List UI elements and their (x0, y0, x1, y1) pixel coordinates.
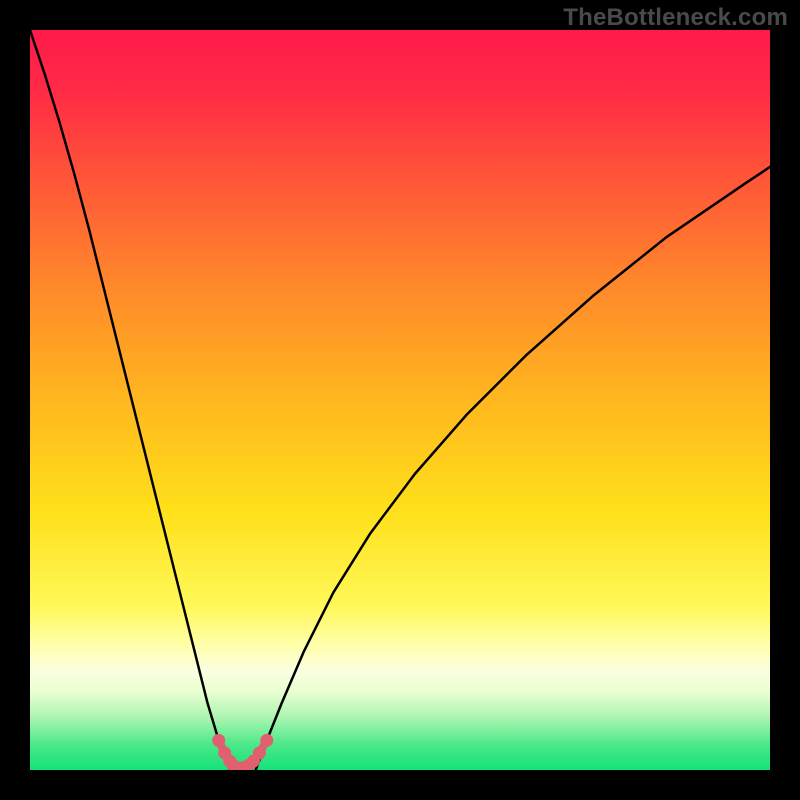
watermark-text: TheBottleneck.com (563, 4, 788, 32)
chart-svg (30, 30, 770, 770)
chart-frame: TheBottleneck.com (0, 0, 800, 800)
series-valley-marker-point (253, 746, 266, 759)
gradient-background (30, 30, 770, 770)
series-valley-marker-point (212, 734, 225, 747)
series-valley-marker-point (260, 734, 273, 747)
plot-area (30, 30, 770, 770)
